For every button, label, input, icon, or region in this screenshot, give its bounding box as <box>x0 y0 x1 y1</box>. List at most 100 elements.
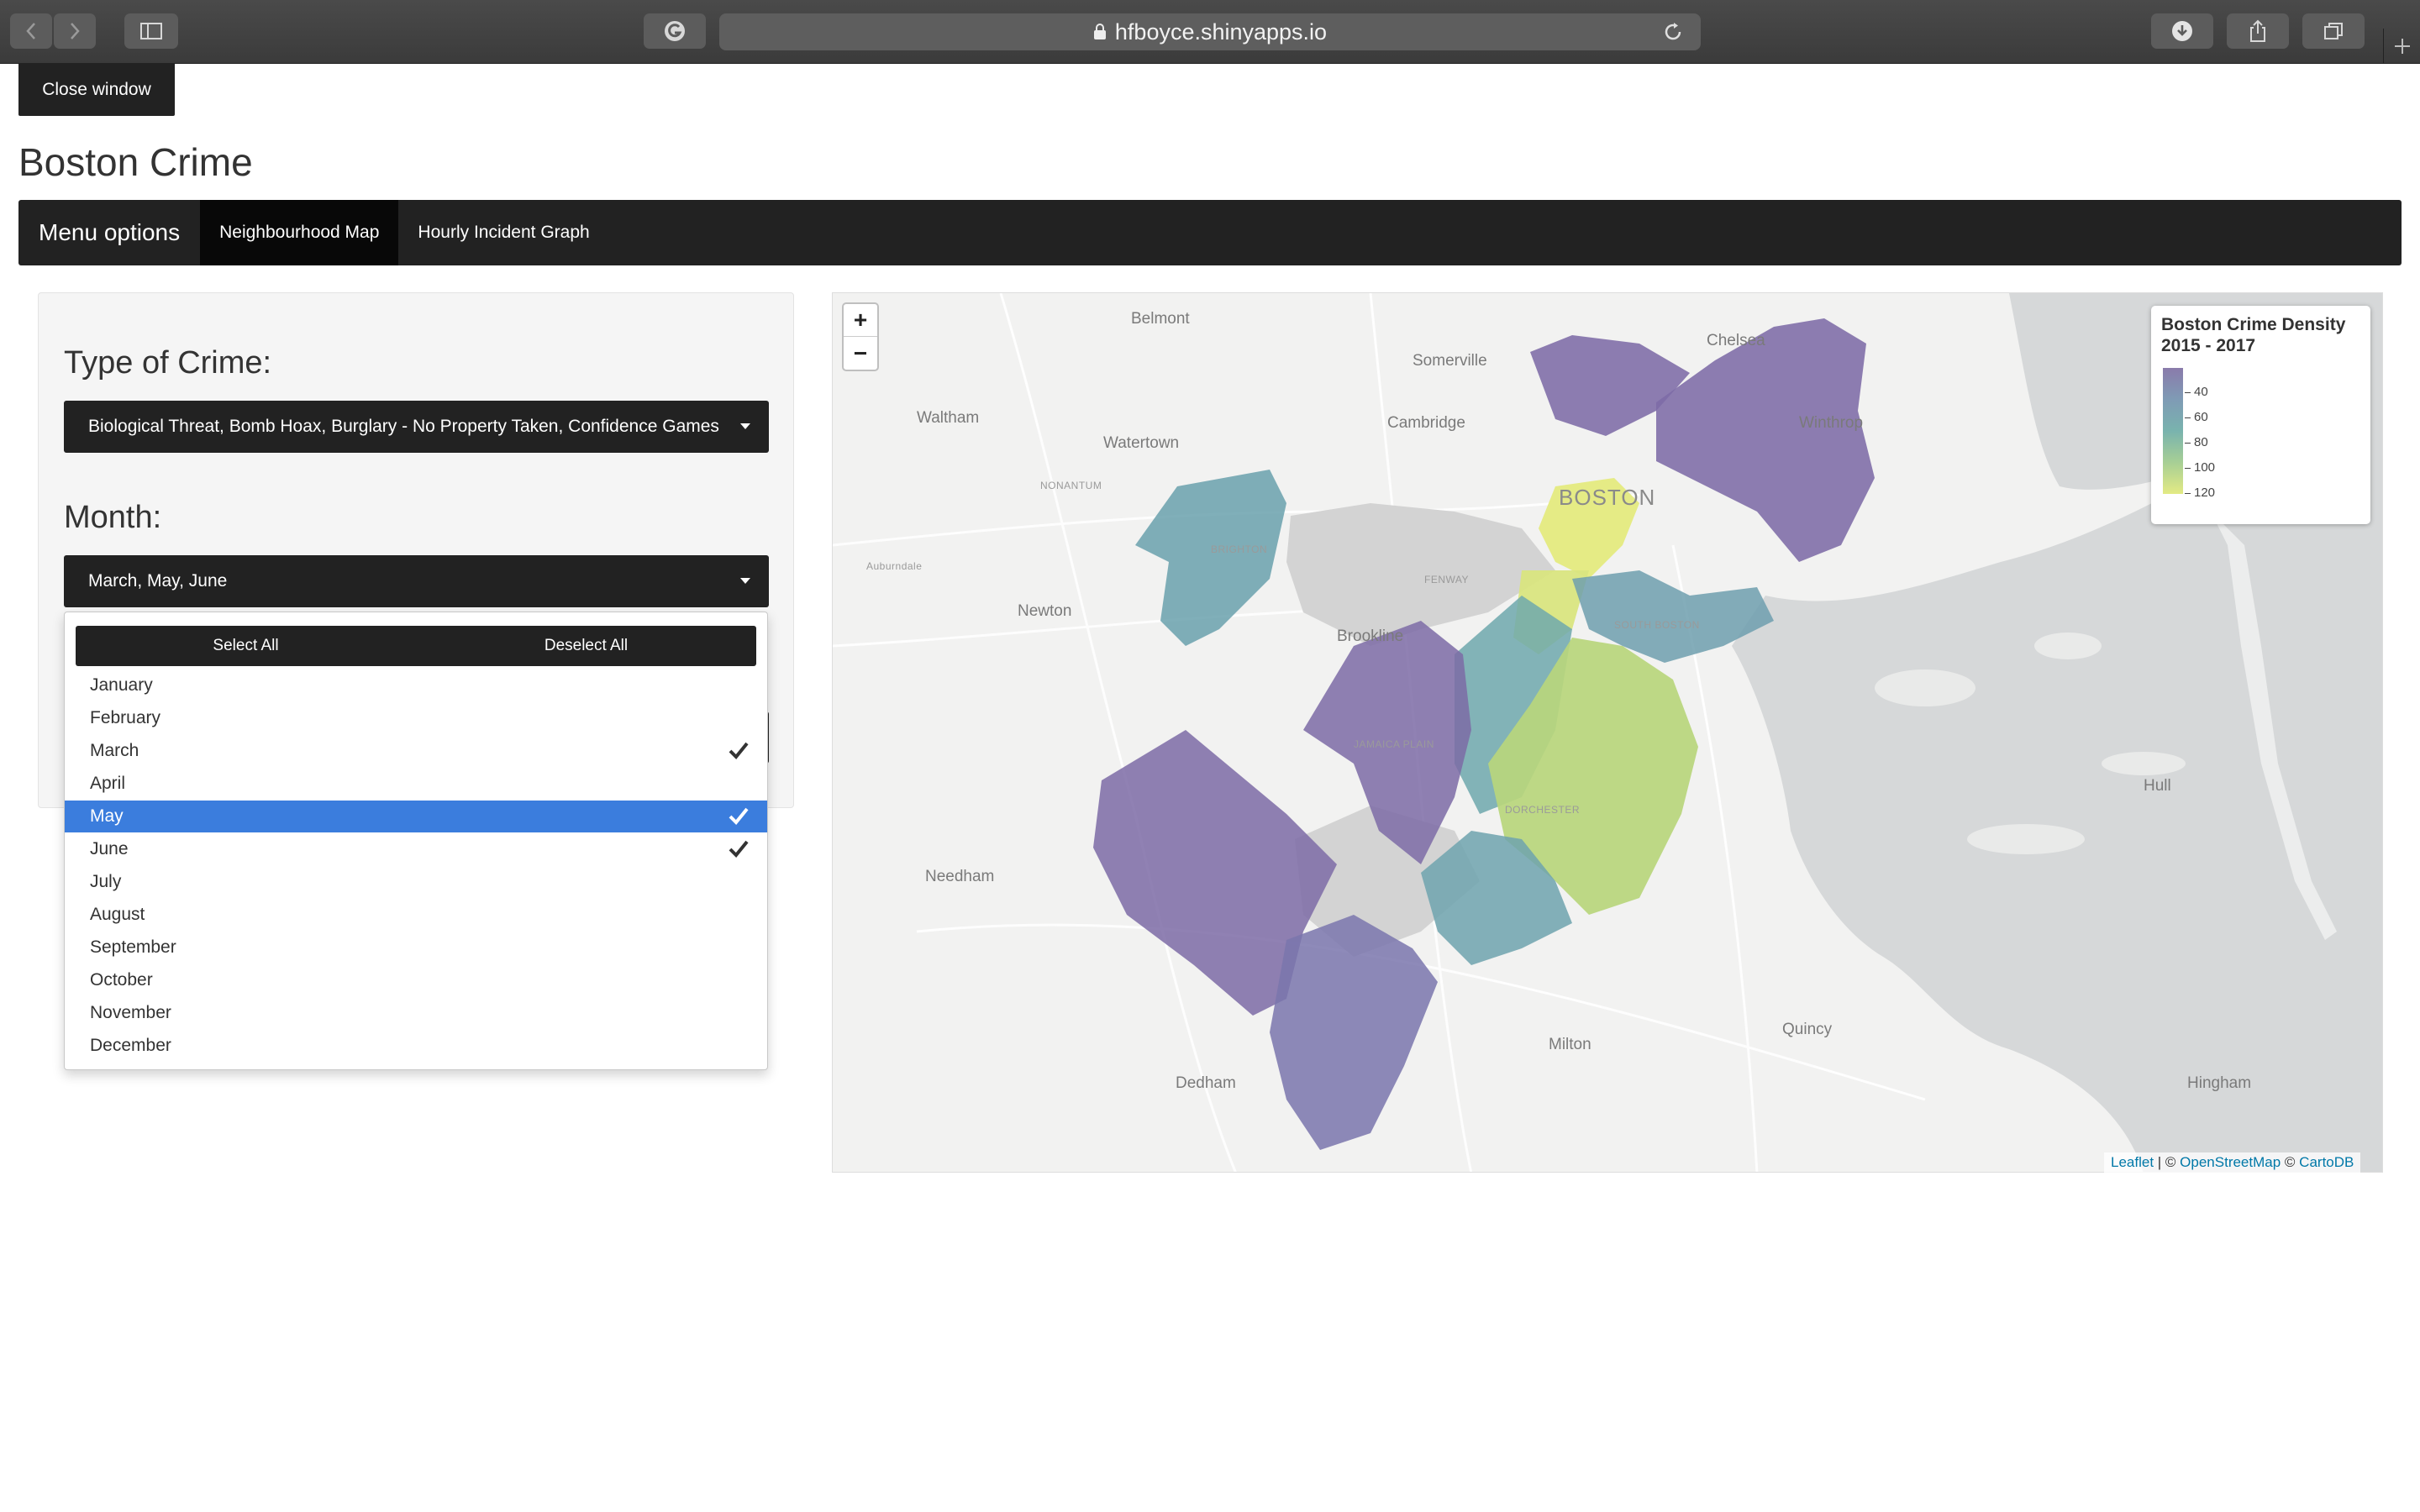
sidebar-toggle-button[interactable] <box>124 13 178 49</box>
reload-icon[interactable] <box>1662 21 1684 43</box>
month-option[interactable]: January <box>65 669 767 701</box>
map-label-somerville: Somerville <box>1413 352 1487 370</box>
select-all-button[interactable]: Select All <box>76 626 416 666</box>
month-value: March, May, June <box>88 571 228 591</box>
map-label-brookline: Brookline <box>1337 627 1404 645</box>
month-dropdown-menu: Select All Deselect All January February… <box>64 612 768 1070</box>
month-option-label: March <box>90 741 139 760</box>
map-label-boston: BOSTON <box>1559 485 1656 510</box>
dropdown-actions: Select All Deselect All <box>76 626 756 666</box>
crime-type-select[interactable]: Biological Threat, Bomb Hoax, Burglary -… <box>64 401 769 453</box>
new-tab-button[interactable] <box>2383 29 2420 64</box>
map-label-cambridge: Cambridge <box>1387 414 1465 432</box>
back-button[interactable] <box>10 13 52 49</box>
map-label-hull: Hull <box>2144 777 2171 795</box>
url-text: hfboyce.shinyapps.io <box>1114 18 1328 45</box>
month-option-label: June <box>90 839 129 858</box>
map-attribution: Leaflet | © OpenStreetMap © CartoDB <box>2104 1152 2361 1174</box>
map-label-belmont: Belmont <box>1131 310 1190 328</box>
plus-icon <box>2394 39 2410 54</box>
legend-tick: 120 <box>2185 486 2215 500</box>
map-label-milton: Milton <box>1549 1036 1591 1053</box>
map-label-watertown: Watertown <box>1103 434 1180 452</box>
month-option-label: December <box>90 1036 171 1055</box>
month-option-label: August <box>90 905 145 924</box>
map-label-hingham: Hingham <box>2187 1074 2252 1092</box>
map-label-brighton: BRIGHTON <box>1211 543 1268 555</box>
tabs-icon <box>2324 23 2343 39</box>
month-option[interactable]: August <box>65 899 767 931</box>
lock-icon <box>1093 24 1106 39</box>
map-label-south-boston: SOUTH BOSTON <box>1614 619 1700 631</box>
month-option[interactable]: March <box>65 735 767 767</box>
month-option-label: February <box>90 708 161 727</box>
attribution-separator: © <box>2281 1154 2300 1170</box>
month-option[interactable]: September <box>65 932 767 963</box>
month-option[interactable]: June <box>65 833 767 865</box>
map-label-nonantum: NONANTUM <box>1040 480 1102 491</box>
crime-type-label: Type of Crime: <box>64 345 272 381</box>
month-option[interactable]: April <box>65 768 767 800</box>
legend-tick: 80 <box>2185 435 2208 449</box>
tab-hourly-incident-graph[interactable]: Hourly Incident Graph <box>398 200 608 265</box>
month-option-label: May <box>90 806 124 826</box>
crime-type-value: Biological Threat, Bomb Hoax, Burglary -… <box>88 417 719 436</box>
legend-title: Boston Crime Density 2015 - 2017 <box>2161 315 2346 355</box>
tab-neighbourhood-map[interactable]: Neighbourhood Map <box>200 200 399 265</box>
map-label-auburndale: Auburndale <box>866 560 923 572</box>
caret-down-icon <box>740 578 750 584</box>
chevron-left-icon <box>26 23 35 39</box>
map-label-winthrop: Winthrop <box>1799 414 1864 432</box>
download-icon <box>2172 21 2192 41</box>
legend-tick: 60 <box>2185 410 2208 424</box>
map-legend: Boston Crime Density 2015 - 2017 40 60 8… <box>2151 306 2370 524</box>
checkmark-icon <box>729 840 749 858</box>
legend-tick: 40 <box>2185 385 2208 399</box>
map-label-quincy: Quincy <box>1782 1021 1833 1038</box>
zoom-out-button[interactable]: − <box>844 337 877 370</box>
close-window-button[interactable]: Close window <box>18 64 175 116</box>
month-label: Month: <box>64 500 162 535</box>
map-label-newton: Newton <box>1018 602 1072 620</box>
month-option[interactable]: December <box>65 1030 767 1062</box>
map-label-waltham: Waltham <box>917 409 980 427</box>
tabs-overview-button[interactable] <box>2302 13 2365 49</box>
openstreetmap-link[interactable]: OpenStreetMap <box>2180 1154 2281 1170</box>
chevron-right-icon <box>71 23 80 39</box>
forward-button[interactable] <box>54 13 96 49</box>
month-option-label: April <box>90 774 126 793</box>
month-option[interactable]: July <box>65 866 767 898</box>
cartodb-link[interactable]: CartoDB <box>2299 1154 2354 1170</box>
month-option[interactable]: October <box>65 964 767 996</box>
browser-toolbar: hfboyce.shinyapps.io <box>0 0 2420 64</box>
map-label-chelsea: Chelsea <box>1707 332 1765 349</box>
map-label-fenway: FENWAY <box>1424 574 1469 585</box>
month-option-label: October <box>90 970 153 990</box>
share-icon <box>2250 19 2265 42</box>
grammarly-icon <box>665 21 685 41</box>
caret-down-icon <box>740 423 750 429</box>
attribution-separator: | © <box>2154 1154 2181 1170</box>
page-title: Boston Crime <box>18 140 253 184</box>
month-option-label: January <box>90 675 153 695</box>
month-option-label: July <box>90 872 122 891</box>
month-option[interactable]: November <box>65 997 767 1029</box>
month-option[interactable]: May <box>65 801 767 832</box>
map-label-dedham: Dedham <box>1176 1074 1236 1092</box>
map-zoom-control: + − <box>842 302 879 371</box>
map-label-jamaica-plain: JAMAICA PLAIN <box>1354 738 1434 750</box>
month-select[interactable]: March, May, June <box>64 555 769 607</box>
share-button[interactable] <box>2227 13 2289 49</box>
legend-tick: 100 <box>2185 460 2215 475</box>
address-bar[interactable]: hfboyce.shinyapps.io <box>719 13 1701 50</box>
sidebar-icon <box>140 23 162 39</box>
leaflet-link[interactable]: Leaflet <box>2111 1154 2154 1170</box>
downloads-button[interactable] <box>2151 13 2213 49</box>
month-option-label: September <box>90 937 176 957</box>
map-label-dorchester: DORCHESTER <box>1505 804 1581 816</box>
month-option[interactable]: February <box>65 702 767 734</box>
deselect-all-button[interactable]: Deselect All <box>416 626 756 666</box>
zoom-in-button[interactable]: + <box>844 304 877 337</box>
grammarly-extension-button[interactable] <box>644 13 706 49</box>
month-option-label: November <box>90 1003 171 1022</box>
